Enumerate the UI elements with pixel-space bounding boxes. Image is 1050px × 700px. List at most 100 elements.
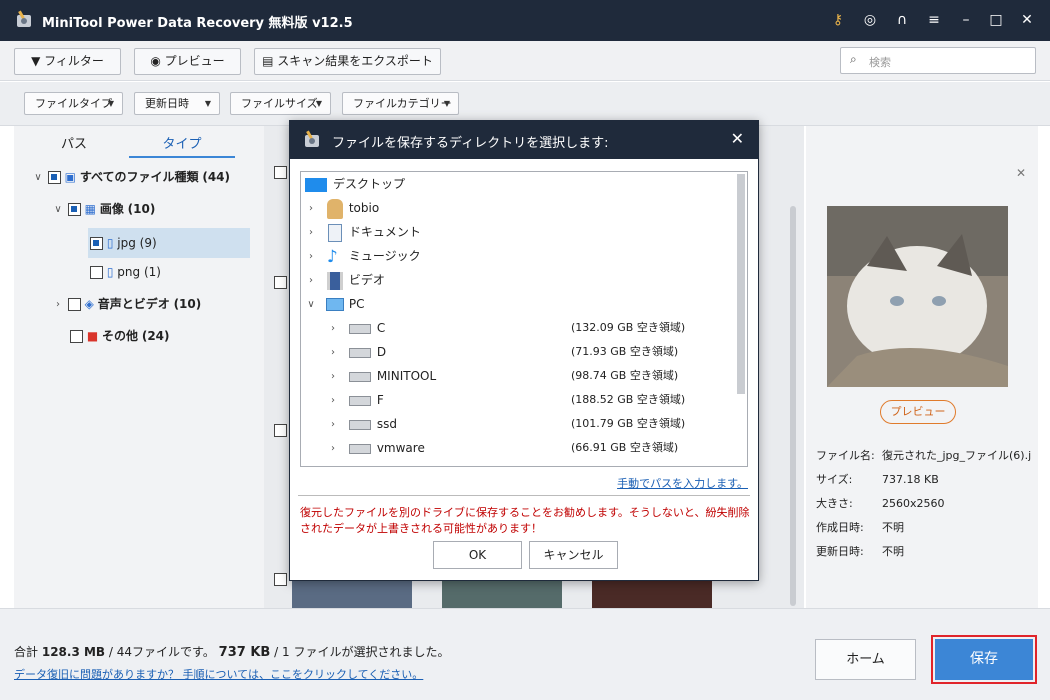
ok-button[interactable]: OK (433, 541, 522, 569)
chevron-down-icon: ▼ (443, 99, 450, 108)
chevron-down-icon[interactable]: ∨ (52, 198, 64, 222)
window-title: MiniTool Power Data Recovery 無料版 v12.5 (42, 16, 353, 31)
dir-item-desktop[interactable]: デスクトップ (305, 172, 405, 196)
toolbar: ▼ フィルター ◉ プレビュー ▤ スキャン結果をエクスポート ⌕ 検索 (0, 41, 1050, 81)
document-icon (327, 223, 342, 242)
tree-item-png[interactable]: ▯ png (1) (90, 260, 161, 284)
drive-item[interactable]: › MINITOOL (98.74 GB 空き領域) (327, 364, 727, 388)
folder-icon: ■ (86, 329, 99, 343)
detail-row: 更新日時: 不明 (816, 545, 904, 558)
chevron-right-icon[interactable]: › (305, 221, 317, 245)
drive-item[interactable]: › ssd (101.79 GB 空き領域) (327, 412, 727, 436)
file-size-dropdown[interactable]: ファイルサイズ ▼ (230, 92, 331, 115)
desktop-icon (305, 177, 327, 192)
drive-icon (348, 395, 371, 406)
scrollbar[interactable] (790, 206, 796, 606)
chevron-right-icon[interactable]: › (327, 413, 339, 437)
chevron-right-icon[interactable]: › (305, 245, 317, 269)
detail-row: 大きさ: 2560x2560 (816, 497, 945, 510)
drive-icon (348, 371, 371, 382)
chevron-right-icon[interactable]: › (327, 365, 339, 389)
file-icon: ▯ (106, 236, 114, 250)
music-icon: ♪ (326, 246, 338, 267)
checkbox[interactable] (274, 276, 287, 289)
chevron-right-icon[interactable]: › (327, 437, 339, 461)
cancel-button[interactable]: キャンセル (529, 541, 618, 569)
checkbox[interactable] (70, 330, 83, 343)
drive-icon (348, 323, 371, 334)
tab-type[interactable]: タイプ (129, 132, 235, 158)
checkbox[interactable] (274, 166, 287, 179)
dir-item-documents[interactable]: › ドキュメント (305, 220, 421, 244)
key-icon[interactable]: ⚷ (828, 10, 848, 30)
tab-path[interactable]: パス (26, 132, 122, 158)
close-window-icon[interactable]: ✕ (1017, 10, 1037, 30)
image-icon: ▦ (84, 202, 96, 216)
tree-item-all-types[interactable]: ∨ ▣ すべてのファイル種類 (44) (32, 165, 230, 189)
chevron-down-icon[interactable]: ∨ (305, 293, 317, 317)
drive-item[interactable]: › vmware (66.91 GB 空き領域) (327, 436, 727, 460)
pc-icon (325, 298, 344, 311)
scrollbar[interactable] (737, 174, 745, 394)
detail-row: 作成日時: 不明 (816, 521, 904, 534)
dir-item-tobio[interactable]: › tobio (305, 196, 379, 220)
search-icon: ⌕ (850, 52, 857, 66)
minimize-icon[interactable]: – (956, 10, 976, 30)
modified-date-dropdown[interactable]: 更新日時 ▼ (134, 92, 220, 115)
chevron-right-icon[interactable]: › (305, 269, 317, 293)
thumbnail-image[interactable] (292, 578, 412, 608)
chevron-right-icon[interactable]: › (52, 293, 64, 317)
tree-item-audio-video[interactable]: › ◈ 音声とビデオ (10) (52, 292, 201, 316)
directory-tree: デスクトップ › tobio › ドキュメント › ♪ ミュージック › ビデオ … (300, 171, 748, 467)
dir-item-pc[interactable]: ∨ PC (305, 292, 364, 316)
close-preview-icon[interactable]: ✕ (1016, 166, 1026, 180)
preview-image (827, 206, 1008, 387)
chevron-right-icon[interactable]: › (327, 317, 339, 341)
eye-icon: ◉ (150, 54, 161, 68)
checkbox[interactable] (67, 203, 81, 216)
chevron-right-icon[interactable]: › (327, 341, 339, 365)
home-button[interactable]: ホーム (815, 639, 916, 680)
menu-icon[interactable]: ≡ (924, 10, 944, 30)
dir-item-videos[interactable]: › ビデオ (305, 268, 385, 292)
preview-button-small[interactable]: プレビュー (880, 400, 956, 424)
checkbox[interactable] (90, 266, 103, 279)
chevron-down-icon: ▼ (204, 99, 211, 108)
checkbox[interactable] (47, 171, 61, 184)
checkbox[interactable] (274, 573, 287, 586)
export-button[interactable]: ▤ スキャン結果をエクスポート (254, 48, 441, 75)
drive-item[interactable]: › D (71.93 GB 空き領域) (327, 340, 727, 364)
dir-item-music[interactable]: › ♪ ミュージック (305, 244, 421, 268)
dialog-title: ファイルを保存するディレクトリを選択します: (332, 136, 609, 151)
preview-button[interactable]: ◉ プレビュー (134, 48, 241, 75)
disc-icon[interactable]: ◎ (860, 10, 880, 30)
tree-item-jpg[interactable]: ▯ jpg (9) (88, 228, 250, 258)
help-link[interactable]: データ復旧に問題がありますか？ 手順については、ここをクリックしてください。 (14, 666, 423, 682)
save-button[interactable]: 保存 (935, 639, 1033, 680)
manual-path-link[interactable]: 手動でパスを入力します。 (617, 475, 748, 491)
drive-item[interactable]: › F (188.52 GB 空き領域) (327, 388, 727, 412)
status-bar: 合計 128.3 MB / 44ファイルです。 737 KB / 1 ファイルが… (0, 608, 1050, 700)
thumbnail-image[interactable] (592, 578, 712, 608)
category-dropdown[interactable]: ファイルカテゴリー ▼ (342, 92, 459, 115)
video-icon (326, 271, 343, 290)
filter-button[interactable]: ▼ フィルター (14, 48, 121, 75)
maximize-icon[interactable]: □ (986, 10, 1006, 30)
tree-item-other[interactable]: ■ その他 (24) (70, 324, 170, 348)
detail-row: ファイル名: 復元された_jpg_ファイル(6).j (816, 449, 1032, 462)
export-icon: ▤ (262, 54, 274, 68)
chevron-right-icon[interactable]: › (327, 389, 339, 413)
chevron-down-icon: ▼ (315, 99, 322, 108)
tree-item-images[interactable]: ∨ ▦ 画像 (10) (52, 197, 155, 221)
thumbnail-image[interactable] (442, 578, 562, 608)
search-input[interactable]: ⌕ 検索 (840, 47, 1036, 74)
chevron-down-icon[interactable]: ∨ (32, 166, 44, 190)
headset-icon[interactable]: ∩ (892, 10, 912, 30)
close-dialog-icon[interactable]: ✕ (731, 129, 744, 148)
checkbox[interactable] (67, 298, 81, 311)
checkbox[interactable] (90, 237, 103, 250)
drive-item[interactable]: › C (132.09 GB 空き領域) (327, 316, 727, 340)
chevron-right-icon[interactable]: › (305, 197, 317, 221)
file-type-dropdown[interactable]: ファイルタイプ ▼ (24, 92, 123, 115)
checkbox[interactable] (274, 424, 287, 437)
